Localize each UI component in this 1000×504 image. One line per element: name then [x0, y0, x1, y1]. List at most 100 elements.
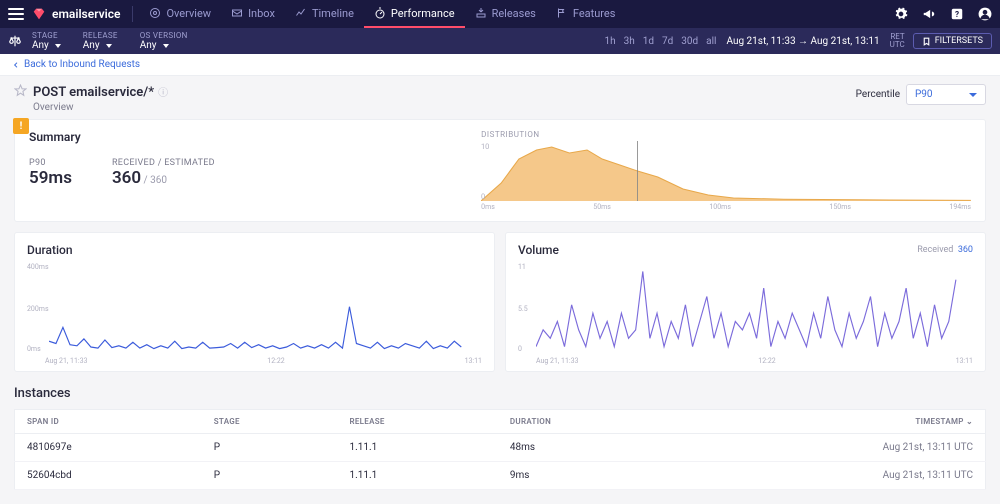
- percentile-dropdown[interactable]: P90: [906, 84, 986, 105]
- tab-timeline[interactable]: Timeline: [285, 0, 364, 28]
- cell-span: 52604cbd: [15, 462, 202, 490]
- releases-icon: [475, 7, 487, 19]
- tab-label: Timeline: [312, 7, 354, 20]
- filter-value: Any: [83, 40, 100, 51]
- duration-card: Duration 400ms 200ms 0ms Aug 21, 11:3312…: [14, 232, 495, 372]
- megaphone-icon[interactable]: [922, 7, 936, 21]
- timezone-label: RETUTC: [890, 33, 905, 49]
- stat-p90: P90 59ms: [29, 158, 72, 188]
- y-tick: 11: [518, 263, 526, 271]
- cell-ts: Aug 21st, 13:11 UTC: [674, 462, 985, 490]
- instances-title: Instances: [14, 382, 986, 409]
- filter-label: OS VERSION: [140, 31, 188, 40]
- tab-features[interactable]: Features: [546, 0, 626, 28]
- stat-label: RECEIVED / ESTIMATED: [112, 158, 215, 168]
- balance-icon[interactable]: [8, 34, 22, 48]
- filter-value: Any: [140, 40, 157, 51]
- preset-all[interactable]: all: [706, 36, 716, 47]
- chevron-down-icon: [163, 44, 169, 48]
- filter-bar: STAGEAny RELEASEAny OS VERSIONAny 1h 3h …: [0, 28, 1000, 54]
- volume-legend-value: 360: [958, 245, 973, 255]
- help-icon[interactable]: ?: [950, 7, 964, 21]
- filter-label: RELEASE: [83, 31, 118, 40]
- tab-performance[interactable]: Performance: [364, 0, 465, 28]
- stat-value: 59ms: [29, 168, 72, 188]
- stat-value: 360: [112, 168, 141, 188]
- preset-30d[interactable]: 30d: [681, 36, 698, 47]
- topbar-right: ?: [894, 7, 992, 21]
- distribution-chart: 10 0: [481, 141, 971, 201]
- breadcrumb[interactable]: Back to Inbound Requests: [0, 54, 1000, 76]
- table-row[interactable]: 52604cbdP1.11.19msAug 21st, 13:11 UTC: [15, 462, 986, 490]
- percentile-value: P90: [915, 89, 933, 100]
- col-release[interactable]: RELEASE: [337, 410, 497, 434]
- instances-table: SPAN ID STAGE RELEASE DURATION TIMESTAMP…: [14, 409, 986, 490]
- col-stage[interactable]: STAGE: [202, 410, 338, 434]
- bookmark-icon: [922, 37, 931, 46]
- duration-x-ticks: Aug 21, 11:3312:2213:11: [27, 357, 482, 365]
- filter-value: Any: [32, 40, 49, 51]
- cell-ts: Aug 21st, 13:11 UTC: [674, 434, 985, 462]
- tab-overview[interactable]: Overview: [139, 0, 221, 28]
- page-subtitle: Overview: [33, 102, 168, 113]
- chevron-down-icon: [55, 44, 61, 48]
- cell-duration: 48ms: [498, 434, 675, 462]
- distribution-x-ticks: 0ms50ms100ms150ms194ms: [481, 203, 971, 211]
- volume-legend-label: Received: [917, 245, 953, 255]
- inbox-icon: [231, 7, 243, 19]
- info-icon[interactable]: ⓘ: [158, 88, 168, 99]
- percentile-label: Percentile: [856, 89, 900, 100]
- warning-badge-icon[interactable]: !: [13, 118, 29, 134]
- preset-3h[interactable]: 3h: [624, 36, 635, 47]
- stat-total: / 360: [141, 175, 167, 186]
- y-tick: 0: [518, 345, 522, 353]
- chart-row: Duration 400ms 200ms 0ms Aug 21, 11:3312…: [14, 232, 986, 372]
- filter-os-version[interactable]: OS VERSIONAny: [140, 31, 188, 51]
- preset-1h[interactable]: 1h: [604, 36, 615, 47]
- filtersets-label: FILTERSETS: [935, 36, 983, 46]
- timeline-icon: [295, 7, 307, 19]
- col-duration[interactable]: DURATION: [498, 410, 675, 434]
- ruby-logo-icon: [32, 7, 46, 21]
- preset-7d[interactable]: 7d: [662, 36, 673, 47]
- summary-card: ! Summary P90 59ms RECEIVED / ESTIMATED …: [14, 119, 986, 222]
- table-row[interactable]: 4810697eP1.11.148msAug 21st, 13:11 UTC: [15, 434, 986, 462]
- filter-label: STAGE: [32, 31, 61, 40]
- col-span-id[interactable]: SPAN ID: [15, 410, 202, 434]
- tab-label: Releases: [492, 7, 536, 20]
- filtersets-button[interactable]: FILTERSETS: [913, 33, 992, 49]
- duration-chart: 400ms 200ms 0ms: [27, 263, 482, 355]
- user-avatar-icon[interactable]: [978, 7, 992, 21]
- time-range-display[interactable]: Aug 21st, 11:33 → Aug 21st, 13:11: [726, 36, 879, 47]
- time-range-presets: 1h 3h 1d 7d 30d all: [604, 36, 716, 47]
- gear-icon[interactable]: [894, 7, 908, 21]
- svg-text:0: 0: [481, 192, 485, 201]
- col-timestamp[interactable]: TIMESTAMP ⌄: [674, 410, 985, 434]
- app-name[interactable]: emailservice: [52, 7, 120, 21]
- filter-release[interactable]: RELEASEAny: [83, 31, 118, 51]
- y-tick: 200ms: [27, 305, 49, 313]
- volume-x-ticks: Aug 21, 11:3312:2213:11: [518, 357, 973, 365]
- features-icon: [556, 7, 568, 19]
- tab-releases[interactable]: Releases: [465, 0, 546, 28]
- preset-1d[interactable]: 1d: [643, 36, 654, 47]
- volume-title: Volume: [518, 243, 559, 257]
- hamburger-menu[interactable]: [8, 8, 24, 20]
- volume-card: Volume Received 360 11 5.5 0 Aug 21, 11:…: [505, 232, 986, 372]
- tab-label: Performance: [391, 7, 455, 20]
- cell-stage: P: [202, 434, 338, 462]
- star-icon[interactable]: [14, 84, 27, 97]
- filter-stage[interactable]: STAGEAny: [32, 31, 61, 51]
- stat-received: RECEIVED / ESTIMATED 360 / 360: [112, 158, 215, 188]
- overview-icon: [149, 7, 161, 19]
- breadcrumb-text: Back to Inbound Requests: [24, 59, 140, 70]
- percentile-selector: Percentile P90: [856, 84, 986, 105]
- cell-duration: 9ms: [498, 462, 675, 490]
- cell-span: 4810697e: [15, 434, 202, 462]
- tab-label: Features: [573, 7, 616, 20]
- tab-inbox[interactable]: Inbox: [221, 0, 285, 28]
- performance-icon: [374, 7, 386, 19]
- y-tick: 0ms: [27, 345, 41, 353]
- nav-tabs: Overview Inbox Timeline Performance Rele…: [139, 0, 625, 28]
- svg-text:10: 10: [481, 142, 489, 151]
